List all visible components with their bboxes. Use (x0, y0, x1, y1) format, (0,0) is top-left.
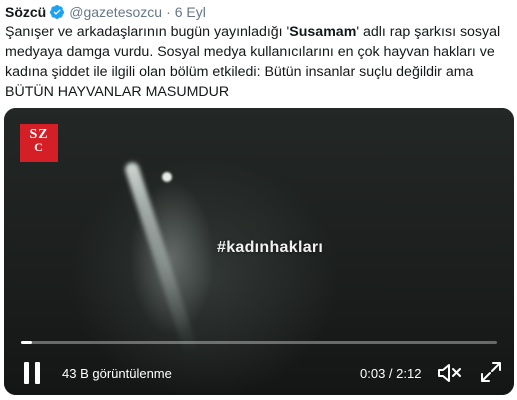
tweet-text-line-1-prefix: Şanışer ve arkadaşlarının bugün yayınlad… (5, 24, 290, 40)
tweet-text-line-1-suffix: ' adlı rap şarkısı sosyal (356, 24, 501, 40)
time-display: 0:03 / 2:12 (360, 366, 422, 381)
tweet-header: Sözcü @gazetesozcu · 6 Eyl (5, 3, 206, 21)
progress-fill (21, 341, 32, 344)
tweet-text-line-3: kadına şiddet ile ilgili olan bölüm etki… (5, 64, 474, 80)
view-count: 43 B görüntülenme (62, 366, 172, 381)
tweet: Sözcü @gazetesozcu · 6 Eyl Şanışer ve ar… (0, 0, 517, 400)
channel-logo: SZ C (20, 124, 58, 162)
video-player[interactable]: SZ C #kadınhakları 43 B görüntülenme 0:0… (4, 108, 514, 395)
pause-icon[interactable] (23, 362, 41, 384)
tweet-text-line-1: Şanışer ve arkadaşlarının bugün yayınlad… (5, 22, 510, 42)
tweet-text-line-4: BÜTÜN HAYVANLAR MASUMDUR (5, 84, 230, 100)
logo-line-2: C (34, 140, 44, 154)
pause-bar-left (24, 362, 29, 384)
progress-bar[interactable] (21, 341, 497, 344)
light-spot (162, 172, 172, 182)
display-name[interactable]: Sözcü (5, 4, 46, 20)
user-handle[interactable]: @gazetesozcu (69, 4, 162, 20)
mute-icon[interactable] (437, 362, 463, 384)
tweet-text-line-2: medyaya damga vurdu. Sosyal medya kullan… (5, 44, 495, 60)
verified-badge-icon (49, 4, 65, 20)
tweet-text: Şanışer ve arkadaşlarının bugün yayınlad… (5, 22, 510, 102)
tweet-date[interactable]: 6 Eyl (175, 4, 206, 20)
video-controls: 43 B görüntülenme 0:03 / 2:12 (4, 348, 514, 395)
song-title: Susamam (289, 24, 357, 40)
pause-bar-right (35, 362, 40, 384)
separator-dot: · (166, 4, 171, 20)
fullscreen-icon[interactable] (480, 361, 502, 383)
video-overlay-hashtag: #kadınhakları (217, 239, 324, 256)
